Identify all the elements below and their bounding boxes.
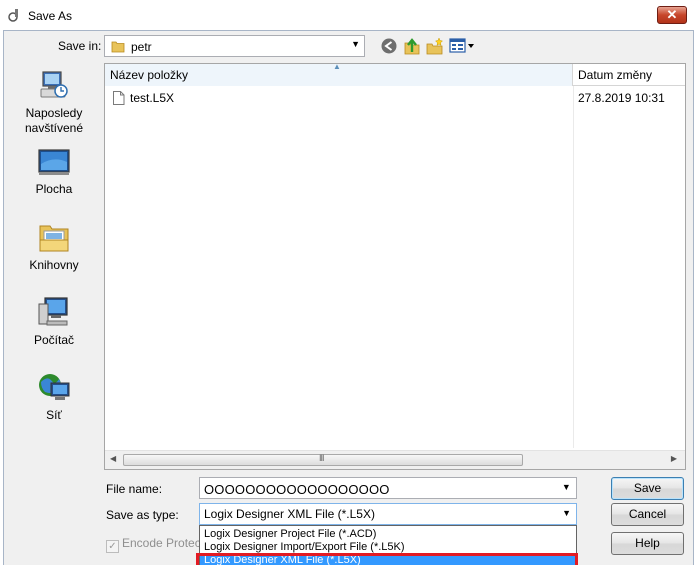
type-option-l5x[interactable]: Logix Designer XML File (*.L5X)	[200, 553, 576, 565]
back-arrow-icon[interactable]	[380, 37, 398, 55]
column-header-name-label: Název položky	[110, 68, 189, 82]
scroll-left-icon[interactable]: ◀	[110, 454, 116, 463]
type-option-acd[interactable]: Logix Designer Project File (*.ACD)	[200, 527, 576, 541]
place-computer-label: Počítač	[33, 333, 75, 347]
save-button[interactable]: Save	[611, 477, 684, 500]
save-in-value: petr	[131, 40, 152, 54]
chevron-down-icon[interactable]: ▼	[562, 482, 571, 492]
save-type-dropdown[interactable]: Logix Designer Project File (*.ACD) Logi…	[199, 525, 577, 565]
place-libraries[interactable]: Knihovny	[10, 220, 98, 273]
grip-icon: III	[319, 453, 324, 463]
encode-protected-label: Encode Protecte	[122, 536, 202, 550]
place-recent-label: Naposledy navštívené	[24, 106, 84, 135]
place-computer[interactable]: Počítač	[10, 295, 98, 348]
sort-ascending-icon: ▲	[333, 62, 341, 71]
save-in-combo[interactable]: petr ▼	[104, 35, 365, 57]
save-type-select[interactable]: Logix Designer XML File (*.L5X) ▼	[199, 503, 577, 525]
file-list[interactable]: Název položky ▲ Datum změny test.L5X 27.…	[104, 62, 686, 470]
column-header-row: Název položky ▲ Datum změny	[105, 62, 685, 86]
folder-icon	[111, 41, 125, 53]
close-icon: ✕	[666, 7, 678, 22]
computer-icon	[38, 297, 68, 326]
file-name-value: OOOOOOOOOOOOOOOOOO	[204, 482, 390, 497]
chevron-down-icon[interactable]: ▼	[562, 508, 571, 518]
encode-protected-checkbox[interactable]: ✓ Encode Protecte	[106, 536, 202, 553]
title-bar: Save As ✕	[0, 0, 697, 30]
new-folder-icon[interactable]	[426, 37, 444, 55]
column-divider	[573, 86, 574, 448]
checkbox-icon: ✓	[106, 540, 119, 553]
window-title: Save As	[28, 9, 73, 23]
close-button[interactable]: ✕	[657, 6, 687, 24]
file-name-field[interactable]: OOOOOOOOOOOOOOOOOO ▼	[199, 477, 577, 499]
recent-places-icon	[40, 71, 68, 98]
horizontal-scrollbar[interactable]: ◀ III ▶	[105, 450, 685, 469]
column-header-date-label: Datum změny	[578, 68, 653, 82]
place-libraries-label: Knihovny	[29, 258, 79, 272]
column-header-name[interactable]: Název položky ▲	[105, 62, 573, 86]
column-header-date[interactable]: Datum změny	[574, 64, 685, 86]
file-row[interactable]: test.L5X 27.8.2019 10:31	[105, 89, 685, 107]
place-desktop-label: Plocha	[35, 182, 73, 196]
place-desktop[interactable]: Plocha	[10, 148, 98, 197]
cancel-button[interactable]: Cancel	[611, 503, 684, 526]
up-folder-icon[interactable]	[403, 37, 421, 55]
scrollbar-thumb[interactable]: III	[123, 453, 523, 466]
file-date: 27.8.2019 10:31	[578, 91, 665, 105]
save-type-label: Save as type:	[106, 508, 179, 522]
views-menu-icon[interactable]	[449, 37, 475, 55]
file-name: test.L5X	[130, 91, 175, 105]
network-icon	[39, 374, 70, 400]
place-network-label: Síť	[46, 408, 62, 422]
chevron-down-icon[interactable]: ▼	[351, 39, 360, 49]
save-type-value: Logix Designer XML File (*.L5X)	[204, 507, 375, 521]
scroll-right-icon[interactable]: ▶	[671, 454, 677, 463]
help-button[interactable]: Help	[611, 532, 684, 555]
app-icon	[8, 9, 18, 22]
file-icon	[113, 91, 125, 105]
type-option-l5k[interactable]: Logix Designer Import/Export File (*.L5K…	[200, 540, 576, 554]
place-recent[interactable]: Naposledy navštívené	[10, 70, 98, 136]
desktop-icon	[38, 149, 70, 175]
file-name-label: File name:	[106, 482, 163, 496]
place-network[interactable]: Síť	[10, 370, 98, 423]
libraries-icon	[39, 225, 69, 252]
save-in-label: Save in:	[58, 39, 102, 53]
